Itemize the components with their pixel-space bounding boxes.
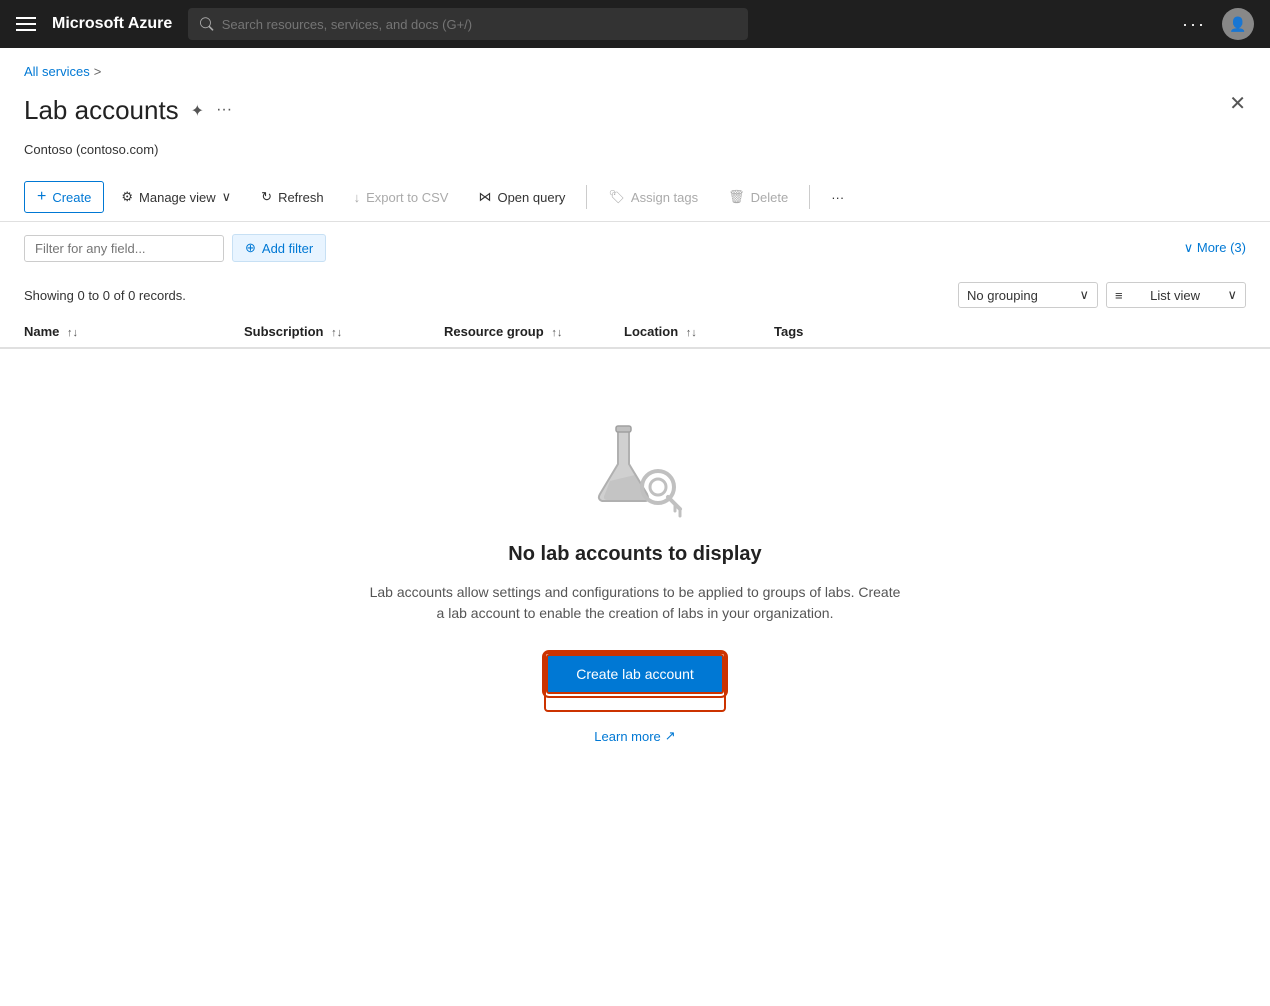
gear-icon: ⚙ [121,189,133,205]
export-csv-label: Export to CSV [366,190,448,205]
manage-view-chevron: ∨ [222,189,232,205]
header-action-icons: ✦ ··· [191,101,232,121]
view-label: List view [1150,288,1200,303]
nav-right: ··· 👤 [1182,8,1254,40]
breadcrumb: All services > [0,48,1270,87]
more-filters-label: More (3) [1197,240,1246,255]
name-sort-icon: ↑↓ [67,327,78,339]
refresh-button[interactable]: ↻ Refresh [248,182,336,212]
refresh-label: Refresh [278,190,324,205]
grouping-select[interactable]: No grouping ∨ [958,282,1098,308]
search-bar[interactable] [188,8,748,40]
download-icon: ↓ [354,190,361,205]
pin-icon[interactable]: ✦ [191,101,204,121]
col-header-resource-group[interactable]: Resource group ↑↓ [444,324,624,339]
create-lab-account-button[interactable]: Create lab account [546,654,724,694]
resource-group-sort-icon: ↑↓ [551,327,562,339]
location-sort-icon: ↑↓ [686,327,697,339]
filter-input[interactable] [24,235,224,262]
records-count: Showing 0 to 0 of 0 records. [24,288,186,303]
create-lab-button-wrapper: Create lab account [544,652,726,712]
nav-settings-dots[interactable]: ··· [1182,14,1206,35]
main-content: All services > Lab accounts ✦ ··· ✕ Cont… [0,48,1270,1006]
search-icon [200,17,213,31]
add-filter-button[interactable]: ⊕ Add filter [232,234,326,262]
refresh-icon: ↻ [261,189,272,205]
assign-tags-button[interactable]: 🏷 Assign tags [595,182,711,212]
subscription-sort-icon: ↑↓ [331,327,342,339]
table-header: Name ↑↓ Subscription ↑↓ Resource group ↑… [0,316,1270,349]
empty-state-description: Lab accounts allow settings and configur… [365,582,905,624]
breadcrumb-separator: > [94,64,102,79]
brand-name: Microsoft Azure [52,15,172,33]
filter-icon: ⊕ [245,240,256,256]
col-header-subscription[interactable]: Subscription ↑↓ [244,324,444,339]
more-chevron-icon: ∨ [1184,240,1197,255]
hamburger-menu[interactable] [16,17,36,31]
manage-view-button[interactable]: ⚙ Manage view ∨ [108,182,244,212]
add-filter-label: Add filter [262,241,313,256]
page-header: Lab accounts ✦ ··· ✕ [0,87,1270,142]
search-input[interactable] [222,17,737,32]
col-header-tags: Tags [774,324,1246,339]
delete-label: Delete [751,190,789,205]
assign-tags-label: Assign tags [631,190,698,205]
filter-bar: ⊕ Add filter ∨ More (3) [0,222,1270,274]
more-filters-button[interactable]: ∨ More (3) [1184,240,1246,256]
col-header-name[interactable]: Name ↑↓ [24,324,244,339]
toolbar-more-button[interactable]: ··· [818,183,857,212]
top-nav: Microsoft Azure ··· 👤 [0,0,1270,48]
open-query-button[interactable]: ⋈ Open query [465,182,578,212]
delete-icon: 🗑 [728,189,745,205]
col-header-location[interactable]: Location ↑↓ [624,324,774,339]
toolbar: + Create ⚙ Manage view ∨ ↻ Refresh ↓ Exp… [0,173,1270,222]
learn-more-link[interactable]: Learn more ↗ [594,728,675,744]
manage-view-label: Manage view [139,190,216,205]
open-query-label: Open query [497,190,565,205]
toolbar-divider [586,185,587,209]
avatar[interactable]: 👤 [1222,8,1254,40]
query-icon: ⋈ [478,189,491,205]
view-chevron-icon: ∨ [1227,287,1237,303]
plus-icon: + [37,188,46,206]
export-csv-button[interactable]: ↓ Export to CSV [341,183,462,212]
view-select[interactable]: ≡ List view ∨ [1106,282,1246,308]
page-subtitle: Contoso (contoso.com) [0,142,1270,173]
header-more-dots[interactable]: ··· [216,101,232,121]
empty-state: No lab accounts to display Lab accounts … [0,349,1270,784]
breadcrumb-all-services[interactable]: All services [24,64,90,79]
external-link-icon: ↗ [665,728,676,744]
page-title: Lab accounts [24,95,179,126]
close-button[interactable]: ✕ [1229,91,1246,116]
records-row: Showing 0 to 0 of 0 records. No grouping… [0,274,1270,316]
empty-state-icon [580,409,690,519]
delete-button[interactable]: 🗑 Delete [715,182,801,212]
toolbar-divider-2 [809,185,810,209]
empty-state-title: No lab accounts to display [508,543,761,566]
view-controls: No grouping ∨ ≡ List view ∨ [958,282,1246,308]
create-button[interactable]: + Create [24,181,104,213]
list-icon: ≡ [1115,288,1123,303]
tag-icon: 🏷 [608,189,625,205]
grouping-label: No grouping [967,288,1038,303]
learn-more-label: Learn more [594,729,660,744]
toolbar-more-dots: ··· [831,190,844,205]
create-label: Create [52,190,91,205]
grouping-chevron-icon: ∨ [1079,287,1089,303]
